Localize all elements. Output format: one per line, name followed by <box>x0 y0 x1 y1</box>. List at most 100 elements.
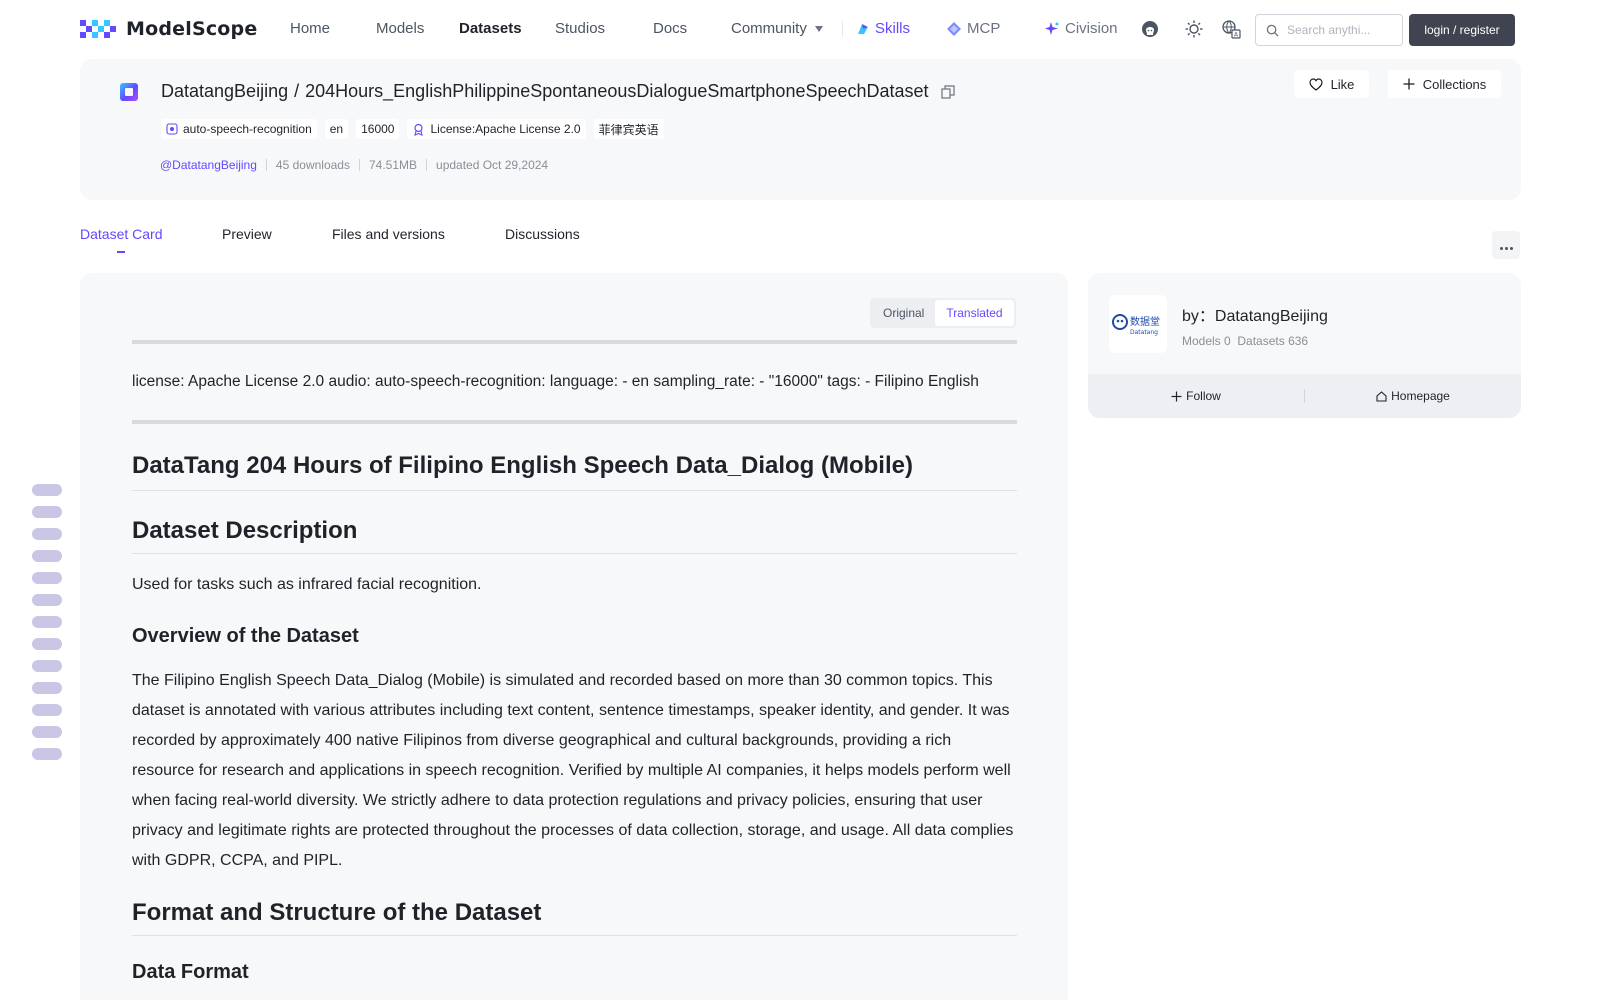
author-avatar[interactable]: 数据堂 Datatang <box>1109 295 1167 353</box>
dataset-size: 74.51MB <box>368 158 418 172</box>
tag-language[interactable]: en <box>324 119 349 139</box>
copy-icon[interactable] <box>940 84 955 99</box>
plus-icon <box>1171 391 1182 401</box>
author-actions: Follow Homepage <box>1088 374 1521 418</box>
toc-placeholder <box>32 638 62 650</box>
tag-task[interactable]: auto-speech-recognition <box>161 119 317 139</box>
author-model-count: Models 0 <box>1182 334 1231 348</box>
ellipsis-icon <box>1499 238 1514 253</box>
updated-date: updated Oct 29,2024 <box>436 158 549 172</box>
toc-placeholder <box>32 682 62 694</box>
author-dataset-count: Datasets 636 <box>1237 334 1309 348</box>
nav-docs[interactable]: Docs <box>653 20 687 37</box>
tab-discussions[interactable]: Discussions <box>505 226 580 242</box>
readme-content: license: Apache License 2.0 audio: auto-… <box>132 340 1017 984</box>
top-nav: ModelScope Home Models Datasets Studios … <box>0 0 1600 58</box>
dataset-icon <box>120 83 138 101</box>
license-badge-icon <box>414 123 424 136</box>
toggle-original[interactable]: Original <box>872 300 935 326</box>
toc-placeholder <box>32 748 62 760</box>
like-label: Like <box>1330 76 1355 92</box>
nav-mcp[interactable]: MCP <box>946 20 1000 37</box>
data-format-heading: Data Format <box>132 961 249 983</box>
dataset-tags: auto-speech-recognition en 16000 License… <box>161 119 664 139</box>
tag-task-label: auto-speech-recognition <box>183 122 312 136</box>
nav-models[interactable]: Models <box>376 20 424 37</box>
tab-files-and-versions[interactable]: Files and versions <box>332 226 445 242</box>
brand-name: ModelScope <box>126 18 258 40</box>
meta-divider <box>426 159 428 171</box>
toc-placeholder <box>32 594 62 606</box>
collections-button[interactable]: Collections <box>1388 70 1501 98</box>
sparkle-icon <box>1045 21 1059 35</box>
overview-text: The Filipino English Speech Data_Dialog … <box>132 672 1014 869</box>
tag-sampling-rate[interactable]: 16000 <box>356 119 400 139</box>
toc-skeleton <box>32 484 62 770</box>
toggle-translated[interactable]: Translated <box>935 300 1014 326</box>
speech-recognition-icon <box>166 123 178 135</box>
chevron-down-icon <box>814 26 823 33</box>
tag-license[interactable]: License:Apache License 2.0 <box>407 119 586 139</box>
dataset-card-panel: Original Translated license: Apache Lice… <box>80 273 1068 1000</box>
dataset-title: DatatangBeijing / 204Hours_EnglishPhilip… <box>161 81 955 102</box>
github-icon[interactable] <box>1140 19 1160 39</box>
frontmatter-divider <box>132 340 1017 344</box>
author-logo-text: 数据堂 <box>1130 315 1160 328</box>
meta-divider <box>358 159 360 171</box>
readme-title: DataTang 204 Hours of Filipino English S… <box>132 452 1017 491</box>
follow-button[interactable]: Follow <box>1088 374 1304 418</box>
collections-label: Collections <box>1422 76 1487 92</box>
download-count: 45 downloads <box>275 158 350 172</box>
datatang-logo-icon: 数据堂 Datatang <box>1112 314 1160 336</box>
nav-datasets[interactable]: Datasets <box>459 20 522 37</box>
dataset-meta: @DatatangBeijing 45 downloads 74.51MB up… <box>160 158 548 172</box>
brand-logo[interactable]: ModelScope <box>80 18 257 40</box>
skills-icon <box>858 23 868 34</box>
toc-placeholder <box>32 572 62 584</box>
theme-sun-icon[interactable] <box>1184 19 1204 39</box>
nav-mcp-label: MCP <box>967 20 1001 37</box>
tab-preview[interactable]: Preview <box>222 226 272 242</box>
owner-handle-link[interactable]: @DatatangBeijing <box>160 158 257 172</box>
translation-toggle: Original Translated <box>870 298 1016 328</box>
nav-community[interactable]: Community <box>731 20 823 37</box>
format-heading: Format and Structure of the Dataset <box>132 899 1017 936</box>
homepage-button[interactable]: Homepage <box>1305 374 1521 418</box>
author-name[interactable]: by：DatatangBeijing <box>1182 302 1328 326</box>
nav-community-label: Community <box>731 20 807 37</box>
nav-skills[interactable]: Skills <box>856 20 910 37</box>
mcp-icon <box>947 21 961 36</box>
author-card: 数据堂 Datatang by：DatatangBeijing Models 0… <box>1088 273 1521 418</box>
nav-studios[interactable]: Studios <box>555 20 605 37</box>
heart-icon <box>1308 77 1323 91</box>
toc-placeholder <box>32 704 62 716</box>
search-input[interactable] <box>1287 23 1397 37</box>
more-options-button[interactable] <box>1492 231 1520 259</box>
tag-license-label: License:Apache License 2.0 <box>430 122 581 136</box>
description-text: Used for tasks such as infrared facial r… <box>132 576 482 593</box>
nav-civision[interactable]: Civision <box>1044 20 1118 37</box>
overview-heading: Overview of the Dataset <box>132 625 359 647</box>
language-icon[interactable]: A <box>1221 19 1241 39</box>
toc-placeholder <box>32 528 62 540</box>
title-separator: / <box>294 81 300 101</box>
toc-placeholder <box>32 506 62 518</box>
dataset-owner-link[interactable]: DatatangBeijing <box>161 81 288 102</box>
like-button[interactable]: Like <box>1294 70 1369 98</box>
active-tab-indicator <box>117 251 125 253</box>
search-icon <box>1266 24 1279 37</box>
nav-skills-label: Skills <box>875 20 911 37</box>
login-register-button[interactable]: login / register <box>1409 14 1515 46</box>
plus-icon <box>1403 78 1415 90</box>
nav-home[interactable]: Home <box>290 20 330 37</box>
toc-placeholder <box>32 550 62 562</box>
tab-dataset-card[interactable]: Dataset Card <box>80 226 162 242</box>
nav-civision-label: Civision <box>1065 20 1118 37</box>
home-icon <box>1376 390 1387 402</box>
follow-label: Follow <box>1186 389 1221 403</box>
dataset-header-card: DatatangBeijing / 204Hours_EnglishPhilip… <box>80 59 1521 200</box>
search-box[interactable] <box>1255 14 1403 46</box>
tag-custom[interactable]: 菲律宾英语 <box>593 119 664 139</box>
modelscope-logo-icon <box>80 18 118 40</box>
description-heading: Dataset Description <box>132 517 1017 554</box>
